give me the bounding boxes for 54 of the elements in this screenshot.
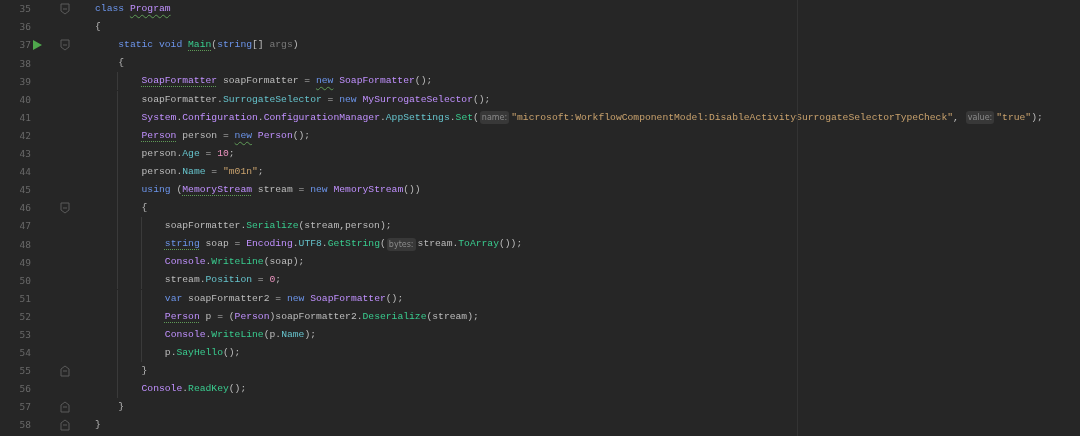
code-line: { — [95, 20, 101, 35]
line-number: 40 — [19, 94, 31, 105]
code-line: string soap = Encoding.UTF8.GetString( bytes: stream.ToArray()); — [164, 236, 523, 253]
line-number: 45 — [19, 185, 31, 195]
fold-icon[interactable] — [60, 419, 70, 432]
line-number: 42 — [19, 130, 31, 141]
code-line: SoapFormatter soapFormatter = new SoapFormatter(); — [141, 74, 433, 89]
code-line: using (MemoryStream stream = new MemoryStream()) — [141, 183, 421, 197]
code-line: person.Name = "m01n"; — [141, 164, 264, 179]
code-line: System.Configuration.ConfigurationManager.AppSettings.Set( name: "microsoft:WorkflowComponentModel:DisableActivitySurrogateSelectorTypeCheck", value: "true"); — [141, 110, 1043, 127]
fold-icon[interactable] — [60, 202, 70, 215]
code-line: Console.WriteLine(soap); — [164, 255, 305, 270]
fold-icon[interactable] — [60, 3, 70, 16]
line-number: 44 — [19, 167, 31, 177]
code-line: Console.WriteLine(p.Name); — [164, 327, 317, 342]
code-line: Person person = new Person(); — [141, 128, 311, 143]
code-line: soapFormatter.Serialize(stream,person); — [164, 219, 392, 234]
code-line: Console.ReadKey(); — [141, 382, 247, 396]
line-number: 48 — [19, 239, 31, 249]
line-number: 41 — [19, 112, 31, 123]
run-icon[interactable] — [33, 40, 42, 51]
line-number: 46 — [19, 203, 31, 213]
line-number: 51 — [19, 293, 31, 304]
line-number: 38 — [19, 58, 31, 69]
line-number: 43 — [19, 149, 31, 159]
line-number: 47 — [19, 221, 31, 231]
fold-icon[interactable] — [60, 401, 70, 414]
code-line: person.Age = 10; — [141, 146, 235, 161]
line-number: 55 — [19, 366, 31, 376]
line-number: 49 — [19, 257, 31, 268]
fold-icon[interactable] — [60, 364, 70, 377]
code-line: static void Main(string[] args) — [118, 38, 299, 53]
code-line: var soapFormatter2 = new SoapFormatter(); — [164, 291, 404, 306]
line-number: 53 — [19, 330, 31, 340]
code-line: { — [141, 201, 148, 216]
line-number: 50 — [19, 275, 31, 286]
code-line: } — [118, 400, 125, 415]
fold-icon[interactable] — [60, 39, 70, 52]
line-number: 36 — [19, 22, 31, 32]
code-line: stream.Position = 0; — [164, 273, 282, 288]
line-number: 39 — [19, 76, 31, 87]
line-number: 52 — [19, 311, 31, 322]
line-number: 58 — [19, 420, 31, 430]
line-number: 35 — [19, 4, 31, 14]
code-line: Person p = (Person)soapFormatter2.Deserialize(stream); — [164, 309, 479, 324]
code-line: soapFormatter.SurrogateSelector = new MySurrogateSelector(); — [141, 92, 491, 107]
code-line: } — [95, 418, 101, 433]
line-number: 56 — [19, 384, 31, 394]
line-number: 57 — [19, 402, 31, 412]
line-number: 37 — [19, 40, 31, 50]
code-line: p.SayHello(); — [164, 345, 241, 360]
code-line: } — [141, 363, 148, 378]
code-line: { — [118, 56, 125, 71]
code-line: class Program — [95, 2, 171, 17]
